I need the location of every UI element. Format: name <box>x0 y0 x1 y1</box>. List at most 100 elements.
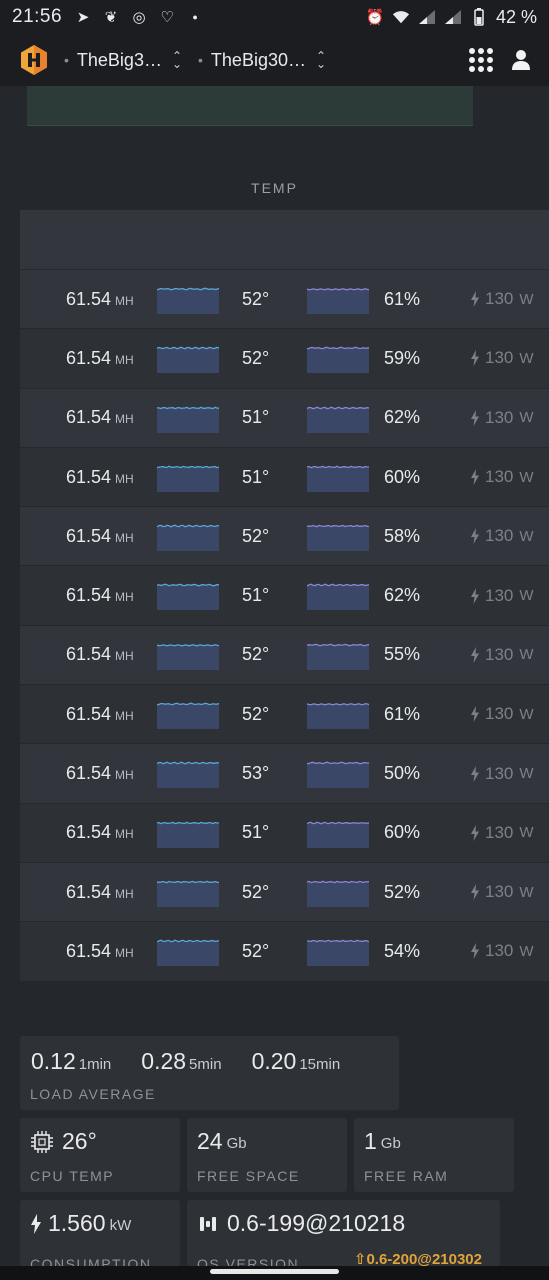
gpu-fan-sparkline-area <box>307 347 369 374</box>
gpu-temp: 52° <box>242 703 270 724</box>
gpu-power-unit: W <box>519 705 534 723</box>
gpu-power-unit: W <box>519 527 534 545</box>
gpu-fan: 62% <box>384 585 421 606</box>
gpu-temp-sparkline-line <box>157 643 219 647</box>
gpu-temp-sparkline-area <box>157 406 219 433</box>
gpu-row[interactable]: 61.54 MH 52° 54% 130 W <box>20 921 549 981</box>
gpu-temp: 51° <box>242 407 270 428</box>
gpu-hashrate-unit: MH <box>115 530 134 545</box>
gpu-fan: 62% <box>384 407 421 428</box>
gpu-row[interactable]: 61.54 MH 51° 60% 130 W <box>20 802 549 862</box>
gpu-temp-sparkline-area <box>157 881 219 907</box>
gpu-fan-sparkline <box>307 288 369 314</box>
gpu-power-unit: W <box>519 409 534 427</box>
gpu-row[interactable]: 61.54 MH 51° 60% 130 W <box>20 446 549 507</box>
gpu-temp-sparkline-area <box>157 940 219 967</box>
gpu-row[interactable]: 61.54 MH 53° 50% 130 W <box>20 743 549 803</box>
gpu-power-value: 130 <box>485 585 514 605</box>
gpu-hashrate-value: 61.54 <box>66 940 112 961</box>
upgrade-arrow-icon: ⇧ <box>353 1251 367 1266</box>
gpu-temp-sparkline <box>157 702 219 730</box>
cpu-temp-card: 26° CPU TEMP <box>20 1118 180 1192</box>
free-ram-card: 1 Gb FREE RAM <box>354 1118 514 1192</box>
gpu-temp-sparkline <box>157 761 219 789</box>
gpu-hashrate-value: 61.54 <box>66 525 112 546</box>
gpu-temp: 52° <box>242 940 270 961</box>
lightning-icon <box>471 706 479 723</box>
gpu-fan-sparkline-line <box>307 761 369 765</box>
gpu-hashrate-unit: MH <box>115 471 134 486</box>
gpu-row[interactable]: 61.54 MH 52° 52% 130 W <box>20 861 549 922</box>
status-time: 21:56 <box>12 6 63 27</box>
gpu-table-header <box>20 210 549 269</box>
cpu-chip-icon <box>31 1130 53 1153</box>
gpu-temp-sparkline-area <box>157 703 219 730</box>
gpu-row[interactable]: 61.54 MH 52° 61% 130 W <box>20 269 549 329</box>
gpu-power: 130 W <box>470 348 534 368</box>
gpu-row[interactable]: 61.54 MH 52° 58% 130 W <box>20 506 549 566</box>
gpu-hashrate: 61.54 MH <box>66 941 134 962</box>
free-ram-label: FREE RAM <box>364 1168 449 1184</box>
user-icon[interactable] <box>511 49 531 71</box>
hiveos-logo[interactable] <box>18 44 50 76</box>
gpu-row[interactable]: 61.54 MH 52° 61% 130 W <box>20 684 549 744</box>
worker-content[interactable]: TEMP 61.54 MH 52° 61% 130 W 61.54 MH 52° 59% 130 W 6… <box>0 86 549 1266</box>
chevron-updown-icon: ⌃ ⌄ <box>315 49 327 71</box>
cpu-temp-value: 26° <box>62 1128 97 1154</box>
lightning-icon <box>471 350 479 367</box>
gpu-row[interactable]: 61.54 MH 51° 62% 130 W <box>20 565 549 625</box>
gpu-fan-sparkline <box>307 939 369 967</box>
gpu-power-unit: W <box>519 290 534 308</box>
gpu-hashrate-value: 61.54 <box>66 644 112 665</box>
gpu-temp-sparkline-area <box>157 821 219 848</box>
alarm-icon: ⏰ <box>365 9 385 26</box>
app-bar: • TheBig3… ⌃ ⌄ • TheBig30… ⌃ ⌄ <box>0 34 549 86</box>
gpu-row[interactable]: 61.54 MH 52° 55% 130 W <box>20 624 549 685</box>
gpu-row[interactable]: 61.54 MH 51° 62% 130 W <box>20 387 549 447</box>
gpu-power-value: 130 <box>485 822 514 842</box>
consumption-label: CONSUMPTION <box>30 1256 152 1266</box>
gpu-fan-sparkline-area <box>307 644 369 670</box>
load-5min-value: 0.28 <box>141 1048 187 1074</box>
gpu-temp-sparkline-area <box>157 644 219 670</box>
gpu-temp: 51° <box>242 585 270 606</box>
consumption-value: 1.560 <box>48 1210 106 1236</box>
free-space-label: FREE SPACE <box>197 1168 300 1184</box>
os-update-version: 0.6-200@210302 <box>366 1251 482 1266</box>
gpu-fan-sparkline <box>307 346 369 374</box>
gpu-fan: 61% <box>384 288 421 309</box>
gpu-hashrate: 61.54 MH <box>66 763 134 784</box>
hive-os-icon <box>200 1216 216 1231</box>
worker-selector[interactable]: • TheBig30… ⌃ ⌄ <box>198 50 326 71</box>
gpu-hashrate-unit: MH <box>115 293 134 308</box>
gpu-power-unit: W <box>519 765 534 783</box>
gpu-hashrate: 61.54 MH <box>66 585 134 606</box>
os-update-available[interactable]: ⇧0.6-200@210302 <box>354 1250 482 1266</box>
load-1min-value: 0.12 <box>31 1048 76 1074</box>
gpu-hashrate: 61.54 MH <box>66 348 134 369</box>
os-version-value: 0.6-199@210218 <box>227 1210 406 1236</box>
free-space-value: 24 <box>197 1128 223 1154</box>
gpu-temp: 52° <box>242 288 270 309</box>
load-average-label: LOAD AVERAGE <box>30 1086 156 1102</box>
status-bar: 21:56 ➤ ❦ ◎ ♡ ● ⏰ 42 % <box>0 0 549 34</box>
gpu-row[interactable]: 61.54 MH 52° 59% 130 W <box>20 328 549 388</box>
load-5min-label: 5min <box>189 1056 222 1073</box>
load-15min-label: 15min <box>299 1056 341 1073</box>
gpu-power: 130 W <box>470 645 534 665</box>
gpu-fan: 58% <box>384 525 421 546</box>
gpu-fan-sparkline-area <box>307 881 369 907</box>
gpu-fan-sparkline <box>307 880 369 907</box>
gpu-temp: 52° <box>242 881 270 902</box>
apps-grid-icon[interactable] <box>469 48 493 72</box>
gpu-fan-sparkline-line <box>307 939 369 943</box>
gpu-temp-sparkline <box>157 821 219 848</box>
gpu-fan-sparkline-area <box>307 466 369 492</box>
gpu-temp-sparkline-line <box>157 939 219 943</box>
home-gesture-pill[interactable] <box>210 1269 339 1274</box>
gpu-hashrate-value: 61.54 <box>66 347 112 368</box>
gpu-power-value: 130 <box>485 644 514 664</box>
farm-selector[interactable]: • TheBig3… ⌃ ⌄ <box>64 50 182 71</box>
gpu-hashrate-unit: MH <box>115 649 134 664</box>
gpu-hashrate: 61.54 MH <box>66 882 134 903</box>
